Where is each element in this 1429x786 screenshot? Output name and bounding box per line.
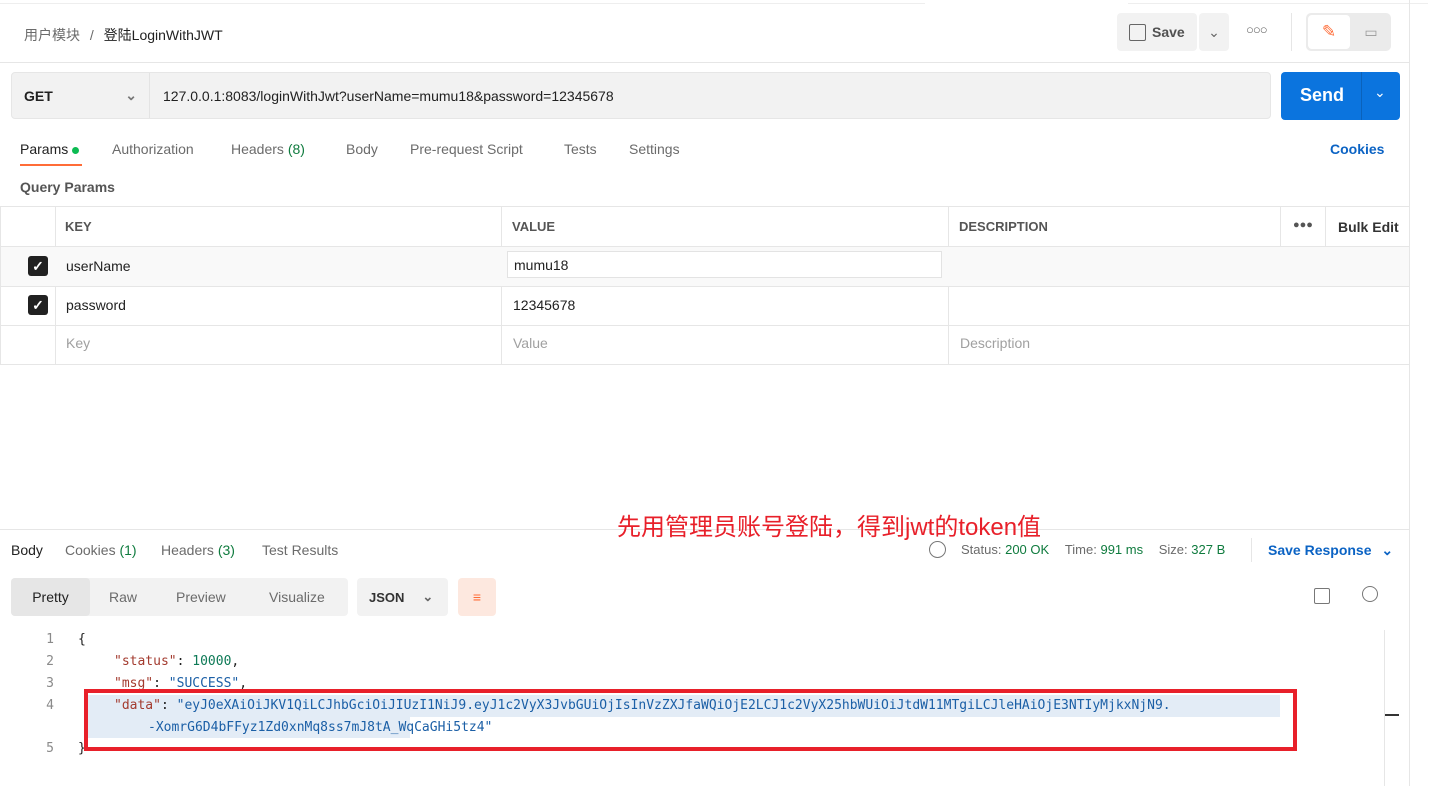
param-checkbox[interactable]: ✓ — [28, 256, 48, 276]
view-raw[interactable]: Raw — [109, 589, 137, 605]
size-value: 327 B — [1191, 542, 1226, 557]
response-tab-cookies[interactable]: Cookies (1) — [65, 542, 137, 558]
column-header-value: VALUE — [512, 219, 556, 234]
save-button[interactable]: Save — [1117, 13, 1197, 51]
tab-settings[interactable]: Settings — [629, 141, 680, 157]
save-dropdown-button[interactable]: ⌄ — [1199, 13, 1229, 51]
tab-params[interactable]: Params — [20, 141, 80, 157]
copy-icon[interactable] — [1314, 588, 1330, 604]
tab-pre-request-script[interactable]: Pre-request Script — [410, 141, 523, 157]
response-meta: Status: 200 OK Time: 991 ms Size: 327 B — [961, 542, 1226, 557]
annotation-highlight-box — [84, 689, 1297, 751]
url-bar: GET ⌄ 127.0.0.1:8083/loginWithJwt?userNa… — [11, 72, 1271, 119]
right-divider — [1409, 0, 1410, 786]
bulk-edit-button[interactable]: Bulk Edit — [1338, 219, 1399, 235]
scrollbar-track[interactable] — [1384, 630, 1385, 786]
time-value: 991 ms — [1100, 542, 1144, 557]
chevron-down-icon[interactable]: ⌄ — [1374, 84, 1386, 101]
breadcrumb-parent[interactable]: 用户模块 — [24, 27, 80, 43]
format-select[interactable]: JSON ⌄ — [357, 578, 448, 616]
view-visualize[interactable]: Visualize — [269, 589, 325, 605]
tab-tests[interactable]: Tests — [564, 141, 597, 157]
query-params-title: Query Params — [20, 179, 115, 195]
column-header-description: DESCRIPTION — [959, 219, 1048, 234]
new-description-input[interactable]: Description — [960, 335, 1030, 351]
url-input[interactable]: 127.0.0.1:8083/loginWithJwt?userName=mum… — [163, 73, 614, 118]
tab-strip-line — [1128, 3, 1428, 4]
cookies-link[interactable]: Cookies — [1330, 141, 1384, 157]
tab-strip-line — [0, 3, 925, 4]
method-select[interactable]: GET ⌄ — [12, 73, 150, 118]
status-dot-icon — [72, 146, 80, 154]
comment-icon[interactable]: ▭ — [1353, 15, 1389, 49]
wrap-lines-icon[interactable]: ≡ — [458, 578, 496, 616]
chevron-down-icon: ⌄ — [1208, 23, 1220, 40]
send-button[interactable]: Send ⌄ — [1281, 72, 1400, 120]
scrollbar-marker — [1385, 714, 1399, 716]
column-header-key: KEY — [65, 219, 92, 234]
pencil-icon[interactable]: ✎ — [1308, 15, 1350, 49]
floppy-icon — [1129, 23, 1146, 41]
breadcrumb-current[interactable]: 登陆LoginWithJWT — [104, 27, 223, 43]
response-tab-headers[interactable]: Headers (3) — [161, 542, 235, 558]
view-toggle: ✎ ▭ — [1306, 13, 1391, 51]
tab-authorization[interactable]: Authorization — [112, 141, 194, 157]
more-options-icon[interactable]: ●●● — [1293, 219, 1313, 231]
divider — [1251, 538, 1252, 562]
response-tab-test-results[interactable]: Test Results — [262, 542, 338, 558]
tab-headers[interactable]: Headers (8) — [231, 141, 305, 157]
divider — [1361, 72, 1362, 120]
active-tab-indicator — [20, 164, 82, 166]
view-pretty[interactable]: Pretty — [11, 578, 90, 616]
more-options-icon[interactable]: ○○○ — [1246, 22, 1268, 37]
search-icon[interactable] — [1362, 586, 1378, 602]
globe-icon[interactable] — [929, 541, 946, 558]
param-checkbox[interactable]: ✓ — [28, 295, 48, 315]
response-tab-body[interactable]: Body — [11, 542, 43, 558]
new-value-input[interactable]: Value — [513, 335, 548, 351]
chevron-down-icon: ⌄ — [125, 87, 137, 103]
view-mode-tabs: Pretty Raw Preview Visualize — [11, 578, 348, 616]
view-preview[interactable]: Preview — [176, 589, 226, 605]
param-value-input[interactable]: mumu18 — [507, 251, 942, 278]
param-key[interactable]: userName — [66, 258, 131, 274]
annotation-text: 先用管理员账号登陆，得到jwt的token值 — [617, 514, 1042, 541]
save-response-button[interactable]: Save Response ⌄ — [1268, 542, 1393, 559]
tab-body[interactable]: Body — [346, 141, 378, 157]
new-key-input[interactable]: Key — [66, 335, 90, 351]
status-value: 200 OK — [1005, 542, 1050, 557]
breadcrumb: 用户模块 / 登陆LoginWithJWT — [24, 27, 223, 43]
header-divider — [0, 62, 1409, 63]
param-value[interactable]: 12345678 — [513, 297, 575, 313]
divider — [1291, 13, 1292, 51]
param-key[interactable]: password — [66, 297, 126, 313]
